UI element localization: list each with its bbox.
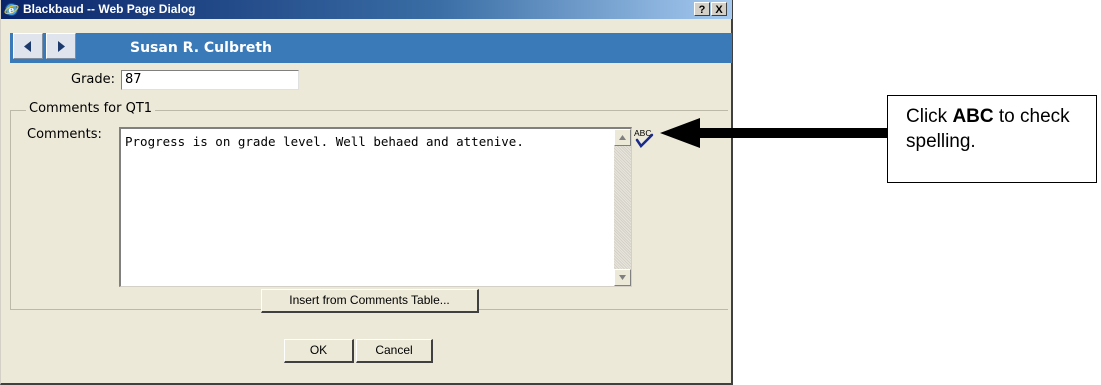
ok-button[interactable]: OK	[284, 339, 354, 363]
scroll-down-icon	[619, 275, 626, 280]
callout-prefix: Click	[906, 106, 953, 127]
scroll-down-button[interactable]	[614, 269, 631, 286]
grade-label: Grade:	[71, 72, 116, 87]
scroll-up-button[interactable]	[614, 129, 631, 146]
dialog-window: e Blackbaud -- Web Page Dialog ? X Susan…	[0, 0, 733, 385]
ie-icon: e	[4, 3, 19, 16]
comments-label: Comments:	[27, 127, 102, 142]
cancel-button[interactable]: Cancel	[356, 339, 433, 363]
scroll-up-icon	[619, 135, 626, 140]
insert-from-comments-table-button[interactable]: Insert from Comments Table...	[261, 289, 479, 313]
title-bar[interactable]: e Blackbaud -- Web Page Dialog ? X	[1, 0, 732, 19]
spellcheck-button[interactable]: ABC	[633, 127, 657, 149]
help-button[interactable]: ?	[694, 2, 710, 16]
callout-emphasis: ABC	[952, 106, 994, 127]
grade-input[interactable]: 87	[121, 70, 299, 90]
triangle-left-icon	[24, 41, 31, 52]
triangle-right-icon	[58, 41, 65, 52]
previous-student-button[interactable]	[13, 33, 43, 59]
help-icon: ?	[698, 4, 706, 16]
comments-text: Progress is on grade level. Well behaed …	[125, 134, 524, 149]
student-name: Susan R. Culbreth	[130, 40, 273, 56]
close-icon: X	[715, 4, 723, 16]
student-nav-bar: Susan R. Culbreth	[10, 33, 732, 63]
next-student-button[interactable]	[46, 33, 76, 59]
window-title: Blackbaud -- Web Page Dialog	[23, 2, 196, 16]
abc-checkmark-icon: ABC	[634, 128, 654, 148]
callout-arrow-icon	[660, 118, 888, 148]
comments-textarea[interactable]: Progress is on grade level. Well behaed …	[119, 127, 632, 287]
comments-section-title: Comments for QT1	[26, 101, 156, 116]
comments-scrollbar[interactable]	[614, 129, 631, 286]
svg-text:e: e	[9, 6, 15, 16]
spellcheck-callout: Click ABC to check spelling.	[887, 95, 1097, 183]
close-button[interactable]: X	[711, 2, 727, 16]
